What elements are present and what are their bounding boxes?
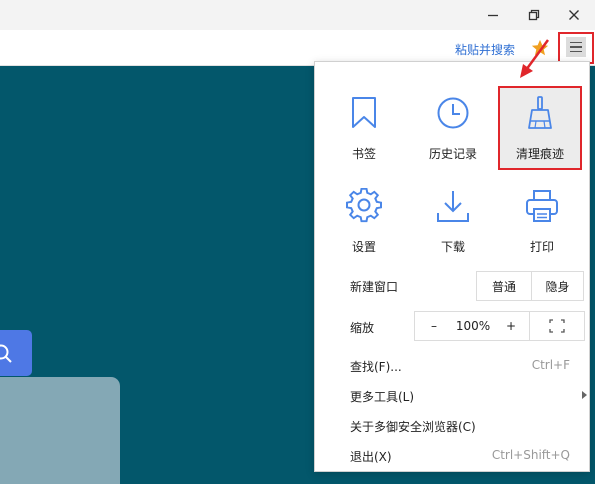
close-window-button[interactable] <box>554 0 594 30</box>
new-window-normal-button[interactable]: 普通 <box>477 272 531 300</box>
menu-tile-print[interactable]: 打印 <box>502 181 582 261</box>
download-icon <box>437 191 469 222</box>
clear-traces-highlight-box <box>498 86 582 170</box>
new-window-incognito-button[interactable]: 隐身 <box>531 272 583 300</box>
menu-tile-downloads[interactable]: 下载 <box>413 181 493 261</box>
printer-icon <box>526 190 558 222</box>
zoom-label: 缩放 <box>350 321 375 335</box>
menu-tile-label: 历史记录 <box>428 147 477 161</box>
history-clock-icon <box>437 97 469 129</box>
annotation-arrow-icon <box>520 39 550 78</box>
menu-tile-history[interactable]: 历史记录 <box>413 88 493 168</box>
restore-icon <box>528 9 540 21</box>
minimize-button[interactable] <box>473 0 513 30</box>
menu-tile-label: 打印 <box>529 240 554 254</box>
menu-button-highlight-box <box>558 32 594 64</box>
menu-tile-label: 设置 <box>351 240 376 254</box>
menu-item-more-tools[interactable]: 更多工具(L) <box>315 383 589 409</box>
menu-tile-label: 下载 <box>440 240 465 254</box>
close-icon <box>569 10 579 20</box>
menu-item-label: 查找(F)... <box>350 360 402 374</box>
submenu-arrow-icon <box>582 391 587 399</box>
menu-tile-label: 书签 <box>351 147 376 161</box>
minimize-icon <box>488 14 498 17</box>
menu-item-label: 退出(X) <box>350 450 392 464</box>
window-titlebar <box>0 0 595 30</box>
fullscreen-icon <box>549 319 565 333</box>
zoom-level: 100% <box>455 319 491 333</box>
page-search-button[interactable] <box>0 330 32 376</box>
menu-item-label: 更多工具(L) <box>350 390 415 404</box>
menu-item-shortcut: Ctrl+Shift+Q <box>491 448 570 462</box>
zoom-in-button[interactable]: + <box>493 312 529 340</box>
paste-and-search-link[interactable]: 粘贴并搜索 <box>455 41 515 58</box>
search-icon <box>0 344 12 363</box>
menu-item-about[interactable]: 关于多御安全浏览器(C) <box>315 413 589 439</box>
menu-tile-settings[interactable]: 设置 <box>324 181 404 261</box>
fullscreen-button[interactable] <box>529 311 585 341</box>
menu-item-find[interactable]: 查找(F)... Ctrl+F <box>315 353 589 379</box>
bookmark-icon <box>352 97 376 128</box>
new-window-label: 新建窗口 <box>350 280 399 294</box>
new-window-segment: 普通 隐身 <box>476 271 584 301</box>
menu-item-shortcut: Ctrl+F <box>531 358 570 372</box>
menu-tile-bookmarks[interactable]: 书签 <box>324 88 404 168</box>
menu-item-label: 关于多御安全浏览器(C) <box>350 420 476 434</box>
page-content-card <box>0 377 120 484</box>
restore-button[interactable] <box>514 0 554 30</box>
gear-icon <box>346 188 382 223</box>
menu-item-exit[interactable]: 退出(X) Ctrl+Shift+Q <box>315 443 589 469</box>
zoom-control: – 100% + <box>414 311 529 341</box>
zoom-out-button[interactable]: – <box>415 312 453 340</box>
main-menu-panel: 书签 历史记录 清理痕迹 设置 下载 打印 新建窗口 普通 隐身 缩放 – 10… <box>314 61 590 472</box>
